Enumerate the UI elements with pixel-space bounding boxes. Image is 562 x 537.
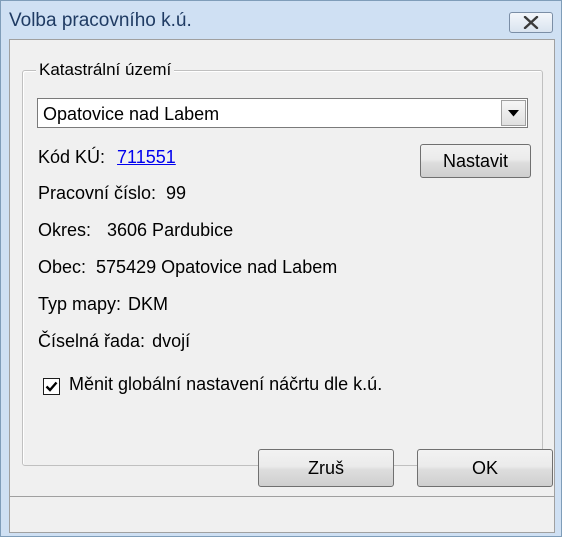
zrus-button[interactable]: Zruš	[258, 449, 394, 487]
dialog-client-area: Katastrální území Opatovice nad Labem Kó…	[9, 39, 555, 533]
status-bar	[10, 496, 554, 532]
katastralni-uzemi-select[interactable]: Opatovice nad Labem	[37, 98, 528, 128]
pracovni-cislo-value: 99	[166, 183, 187, 203]
kod-ku-link[interactable]: 711551	[117, 147, 176, 167]
ciselna-rada-row: Číselná řada: dvojí	[38, 331, 190, 352]
window-title: Volba pracovního k.ú.	[9, 10, 192, 31]
nastavit-button-label: Nastavit	[442, 151, 509, 171]
zrus-button-label: Zruš	[308, 458, 344, 478]
obec-value: 575429 Opatovice nad Labem	[96, 257, 338, 277]
obec-label: Obec:	[38, 257, 87, 277]
chevron-down-icon	[508, 110, 519, 117]
close-button[interactable]	[509, 12, 553, 33]
typ-mapy-value: DKM	[128, 294, 169, 314]
ok-button[interactable]: OK	[417, 449, 553, 487]
checkmark-icon	[45, 381, 58, 392]
pracovni-cislo-row: Pracovní číslo: 99	[38, 183, 186, 204]
okres-value: 3606 Pardubice	[107, 220, 234, 240]
menit-globalni-nastaveni-label[interactable]: Měnit globální nastavení náčrtu dle k.ú.	[69, 374, 382, 395]
combo-dropdown-button[interactable]	[501, 100, 526, 126]
ciselna-rada-value: dvojí	[152, 331, 191, 351]
typ-mapy-row: Typ mapy: DKM	[38, 294, 168, 315]
pracovni-cislo-label: Pracovní číslo:	[38, 183, 157, 203]
ok-button-label: OK	[471, 458, 498, 478]
close-icon	[523, 16, 539, 29]
title-bar[interactable]: Volba pracovního k.ú.	[1, 1, 561, 39]
group-legend: Katastrální území	[36, 60, 175, 80]
okres-label: Okres:	[38, 220, 92, 240]
dialog-window: Volba pracovního k.ú. Katastrální území …	[0, 0, 562, 537]
nastavit-button[interactable]: Nastavit	[420, 144, 531, 178]
kod-ku-row: Kód KÚ: 711551	[38, 147, 176, 168]
combo-selected-value: Opatovice nad Labem	[43, 104, 220, 124]
obec-row: Obec: 575429 Opatovice nad Labem	[38, 257, 337, 278]
typ-mapy-label: Typ mapy:	[38, 294, 122, 314]
okres-row: Okres: 3606 Pardubice	[38, 220, 233, 241]
menit-globalni-nastaveni-checkbox[interactable]	[43, 378, 60, 395]
kod-ku-label: Kód KÚ:	[38, 147, 106, 167]
ciselna-rada-label: Číselná řada:	[38, 331, 146, 351]
